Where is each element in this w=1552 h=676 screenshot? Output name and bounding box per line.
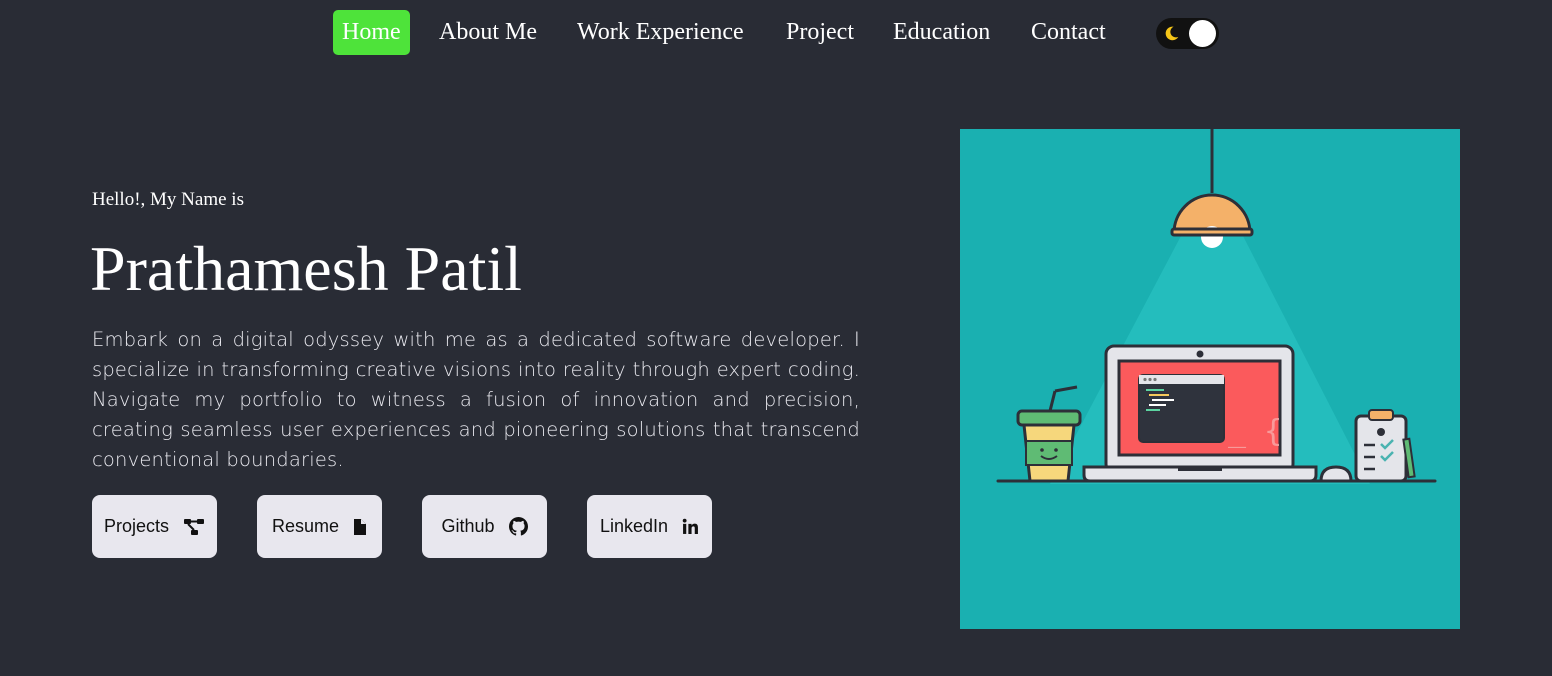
github-icon (508, 517, 528, 536)
cup-lid (1016, 409, 1082, 427)
toggle-knob (1189, 20, 1216, 47)
svg-text:_ {: _ { (1228, 414, 1282, 449)
github-button-label: Github (441, 516, 495, 536)
project-diagram-icon (184, 518, 205, 535)
workspace-illustration: _ { (996, 129, 1437, 484)
resume-button[interactable]: Resume (257, 495, 382, 558)
nav-work-experience[interactable]: Work Experience (577, 10, 744, 55)
resume-button-label: Resume (271, 516, 340, 536)
projects-button[interactable]: Projects (92, 495, 217, 558)
clipboard (1354, 414, 1408, 483)
intro-paragraph: Embark on a digital odyssey with me as a… (92, 328, 860, 471)
nav-project[interactable]: Project (786, 10, 854, 55)
nav-education[interactable]: Education (893, 10, 990, 55)
nav-about-me[interactable]: About Me (439, 10, 537, 55)
top-nav: Home About Me Work Experience Project Ed… (0, 10, 1552, 56)
github-button[interactable]: Github (422, 495, 547, 558)
greeting-text: Hello!, My Name is (92, 189, 244, 210)
nav-home[interactable]: Home (333, 10, 410, 55)
linkedin-button-label: LinkedIn (599, 516, 669, 536)
theme-toggle[interactable] (1156, 18, 1219, 49)
mouse (1319, 465, 1353, 483)
file-icon (354, 518, 367, 535)
nav-contact[interactable]: Contact (1031, 10, 1106, 55)
moon-icon (1165, 26, 1179, 41)
linkedin-button[interactable]: LinkedIn (587, 495, 712, 558)
projects-button-label: Projects (103, 516, 170, 536)
hero-name: Prathamesh Patil (90, 233, 522, 304)
linkedin-icon (682, 518, 698, 534)
hero-illustration: _ { (960, 129, 1460, 629)
